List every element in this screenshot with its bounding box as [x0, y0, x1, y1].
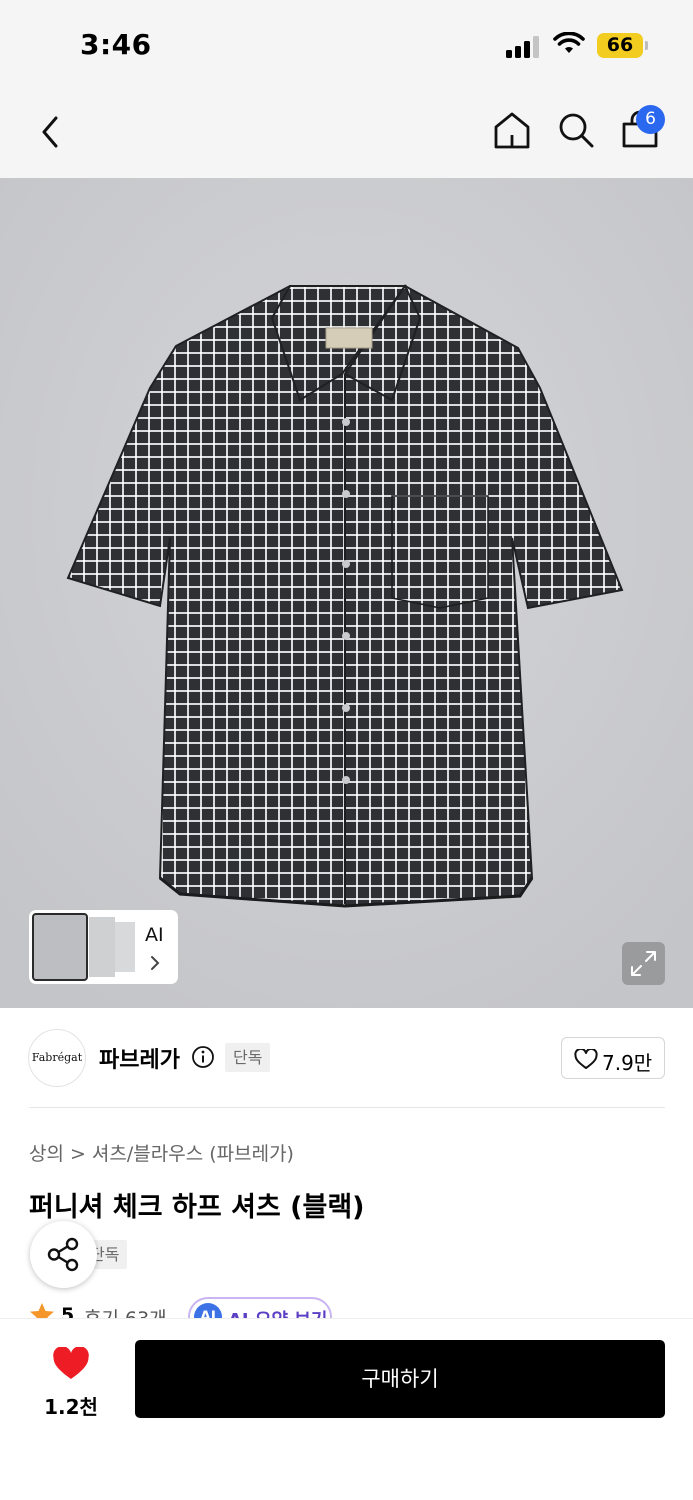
ai-summary-button[interactable]: AI AI 요약 보기	[188, 1297, 332, 1318]
thumbnail-2[interactable]	[89, 917, 115, 977]
battery-indicator: 66	[597, 33, 643, 58]
back-icon[interactable]	[36, 112, 64, 152]
wifi-icon	[553, 32, 585, 53]
star-icon	[30, 1303, 54, 1318]
heart-outline-icon	[574, 1049, 598, 1069]
status-bar: 3:46 66	[0, 0, 693, 92]
signal-icon	[506, 34, 542, 58]
expand-icon	[631, 951, 656, 976]
chevron-right-icon	[151, 956, 160, 970]
brand-like-count: 7.9만	[602, 1051, 653, 1075]
buy-button[interactable]: 구매하기	[135, 1340, 665, 1418]
cart-count-badge[interactable]: 6	[636, 105, 665, 134]
heart-filled-icon	[53, 1347, 89, 1379]
ai-summary-label: AI 요약 보기	[228, 1306, 327, 1318]
rating-value: 5	[61, 1304, 75, 1318]
review-count[interactable]: 후기 63개	[84, 1304, 167, 1318]
ai-badge: AI	[194, 1303, 222, 1318]
breadcrumb: 상의 > 셔츠/블라우스 (파브레가)	[29, 1139, 294, 1166]
breadcrumb-item-shirts[interactable]: 셔츠/블라우스 (파브레가)	[92, 1143, 294, 1165]
home-icon[interactable]	[492, 110, 532, 150]
product-image[interactable]: AI	[0, 178, 693, 1008]
share-icon	[47, 1237, 79, 1272]
rating-row: 5 후기 63개 AI AI 요약 보기	[0, 1296, 693, 1318]
status-time: 3:46	[80, 28, 152, 61]
divider	[29, 1107, 665, 1108]
info-icon[interactable]	[191, 1045, 215, 1069]
brand-like-button[interactable]: 7.9만	[561, 1037, 665, 1079]
thumbnail-3[interactable]	[115, 922, 135, 972]
thumbnail-strip[interactable]: AI	[29, 910, 178, 984]
brand-name[interactable]: 파브레가	[99, 1042, 180, 1074]
product-photo	[0, 178, 693, 1008]
breadcrumb-separator: >	[69, 1143, 86, 1165]
thumbnail-ai-label: AI	[145, 924, 164, 946]
battery-nub	[645, 41, 648, 50]
product-like-count: 1.2천	[44, 1395, 98, 1419]
bottom-bar: 1.2천 구매하기	[0, 1318, 693, 1500]
brand-logo[interactable]: Fabrégat	[28, 1029, 86, 1087]
product-title: 퍼니셔 체크 하프 셔츠 (블랙)	[29, 1192, 365, 1223]
search-icon[interactable]	[556, 110, 596, 150]
nav-bar: 6	[0, 92, 693, 178]
exclusive-tag: 단독	[225, 1043, 271, 1072]
brand-row: Fabrégat 파브레가 단독 7.9만	[0, 1008, 693, 1108]
product-like-button[interactable]: 1.2천	[38, 1343, 104, 1419]
share-button[interactable]	[30, 1221, 97, 1288]
breadcrumb-item-top[interactable]: 상의	[29, 1143, 64, 1165]
thumbnail-1[interactable]	[32, 913, 88, 981]
expand-button[interactable]	[622, 942, 665, 985]
